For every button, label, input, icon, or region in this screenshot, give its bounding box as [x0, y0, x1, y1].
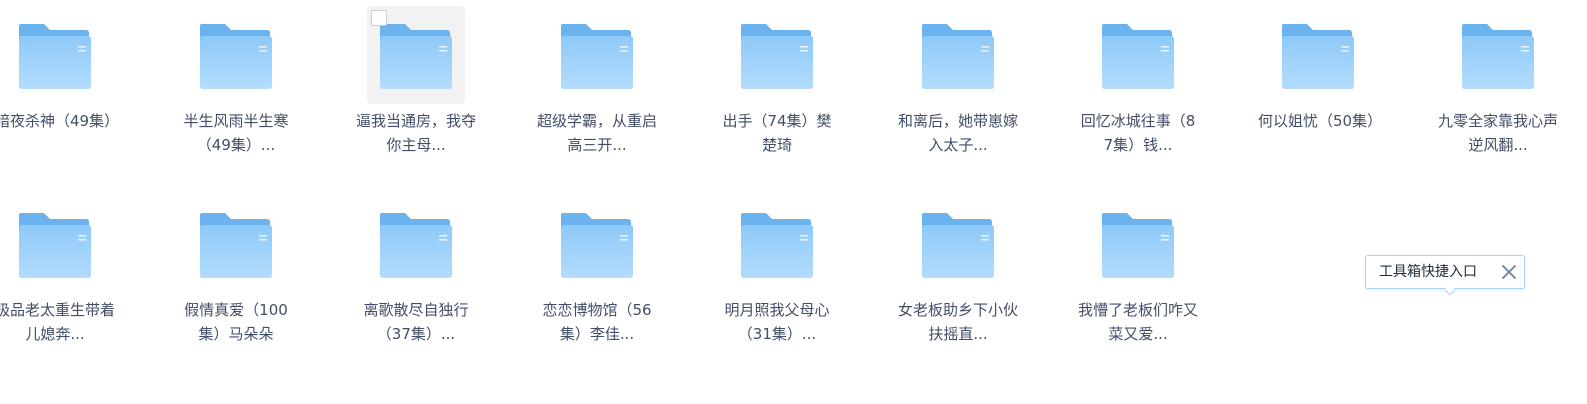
folder-label[interactable]: 逼我当通房，我夺你主母... [356, 109, 476, 157]
folder-icon [740, 211, 814, 279]
folder-item[interactable]: 出手（74集）樊楚琦 [707, 0, 847, 180]
tooltip-text: 工具箱快捷入口 [1379, 264, 1477, 280]
folder-icon [921, 211, 995, 279]
folder-icon [921, 22, 995, 90]
folder-icon [1101, 22, 1175, 90]
folder-label[interactable]: 我懵了老板们咋又菜又爱... [1078, 298, 1198, 346]
folder-icon [18, 22, 92, 90]
folder-icon-wrap[interactable] [548, 195, 646, 293]
folder-label[interactable]: 假情真爱（100集）马朵朵 [176, 298, 296, 346]
folder-item[interactable]: 回忆冰城往事（87集）钱... [1068, 0, 1208, 180]
folder-icon [1281, 22, 1355, 90]
folder-item[interactable]: 超级学霸，从重启高三开... [527, 0, 667, 180]
folder-item[interactable]: 我懵了老板们咋又菜又爱... [1068, 189, 1208, 369]
folder-icon [379, 211, 453, 279]
folder-icon-wrap[interactable] [728, 195, 826, 293]
folder-label[interactable]: 何以姐忧（50集） [1258, 109, 1382, 133]
folder-item[interactable]: 九零全家靠我心声逆风翻... [1428, 0, 1568, 180]
folder-icon-wrap[interactable] [909, 6, 1007, 104]
folder-label[interactable]: 极品老太重生带着儿媳奔... [0, 298, 115, 346]
folder-label[interactable]: 明月照我父母心（31集）... [717, 298, 837, 346]
folder-icon-wrap[interactable] [548, 6, 646, 104]
folder-icon-wrap[interactable] [367, 6, 465, 104]
folder-item[interactable]: 暗夜杀神（49集） [0, 0, 125, 180]
folder-item[interactable]: 假情真爱（100集）马朵朵 [166, 189, 306, 369]
folder-icon-wrap[interactable] [1089, 6, 1187, 104]
folder-icon [560, 211, 634, 279]
folder-icon-wrap[interactable] [1449, 6, 1547, 104]
folder-icon [740, 22, 814, 90]
folder-icon-wrap[interactable] [728, 6, 826, 104]
folder-icon-wrap[interactable] [6, 6, 104, 104]
folder-label[interactable]: 暗夜杀神（49集） [0, 109, 119, 133]
folder-icon-wrap[interactable] [1269, 6, 1367, 104]
folder-label[interactable]: 九零全家靠我心声逆风翻... [1438, 109, 1558, 157]
folder-item[interactable]: 明月照我父母心（31集）... [707, 189, 847, 369]
folder-label[interactable]: 恋恋博物馆（56集）李佳... [537, 298, 657, 346]
folder-label[interactable]: 超级学霸，从重启高三开... [537, 109, 657, 157]
folder-icon [1461, 22, 1535, 90]
folder-icon [1101, 211, 1175, 279]
folder-item[interactable]: 离歌散尽自独行（37集）... [346, 189, 486, 369]
folder-item[interactable]: 何以姐忧（50集） [1248, 0, 1388, 180]
folder-icon-wrap[interactable] [6, 195, 104, 293]
folder-label[interactable]: 和离后，她带崽嫁入太子... [898, 109, 1018, 157]
select-checkbox[interactable] [371, 10, 387, 26]
folder-icon [560, 22, 634, 90]
folder-icon [379, 22, 453, 90]
folder-item[interactable]: 半生风雨半生寒（49集）... [166, 0, 306, 180]
toolbox-shortcut-tooltip: 工具箱快捷入口 [1365, 255, 1525, 296]
folder-label[interactable]: 半生风雨半生寒（49集）... [176, 109, 296, 157]
folder-item[interactable]: 恋恋博物馆（56集）李佳... [527, 189, 667, 369]
folder-icon-wrap[interactable] [1089, 195, 1187, 293]
folder-icon-wrap[interactable] [187, 195, 285, 293]
folder-label[interactable]: 回忆冰城往事（87集）钱... [1078, 109, 1198, 157]
folder-icon-wrap[interactable] [909, 195, 1007, 293]
folder-icon [199, 22, 273, 90]
folder-label[interactable]: 女老板助乡下小伙扶摇直... [898, 298, 1018, 346]
folder-label[interactable]: 出手（74集）樊楚琦 [717, 109, 837, 157]
folder-label[interactable]: 离歌散尽自独行（37集）... [356, 298, 476, 346]
folder-item[interactable]: 逼我当通房，我夺你主母... [346, 0, 486, 180]
folder-icon [18, 211, 92, 279]
folder-icon-wrap[interactable] [367, 195, 465, 293]
close-icon[interactable] [1500, 263, 1518, 281]
folder-icon [199, 211, 273, 279]
folder-icon-wrap[interactable] [187, 6, 285, 104]
folder-item[interactable]: 极品老太重生带着儿媳奔... [0, 189, 125, 369]
file-grid: 暗夜杀神（49集） 半生风雨半生寒（49集）... 逼我当通房，我夺你主母... 超级… [0, 0, 1587, 404]
folder-item[interactable]: 女老板助乡下小伙扶摇直... [888, 189, 1028, 369]
folder-item[interactable]: 和离后，她带崽嫁入太子... [888, 0, 1028, 180]
